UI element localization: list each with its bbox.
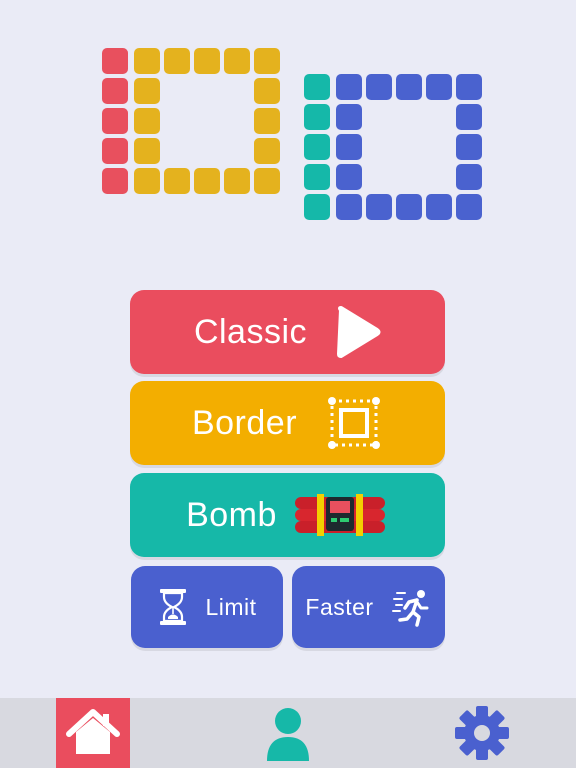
logo-tile [102, 138, 128, 164]
logo-tile [366, 194, 392, 220]
logo-tile [254, 48, 280, 74]
logo-tile [396, 194, 422, 220]
nav-settings[interactable] [444, 698, 520, 768]
logo-tile [456, 104, 482, 130]
faster-mode-button[interactable]: Faster [292, 566, 445, 648]
running-man-icon [391, 590, 429, 627]
logo-tile [134, 168, 160, 194]
classic-mode-button[interactable]: Classic [130, 290, 445, 374]
logo-tile [336, 134, 362, 160]
limit-mode-button[interactable]: Limit [131, 566, 283, 648]
logo-tile [224, 168, 250, 194]
logo-tile [304, 164, 330, 190]
logo-tile [134, 48, 160, 74]
logo-tile [254, 138, 280, 164]
logo-tile [134, 138, 160, 164]
logo-tile [102, 48, 128, 74]
logo-tile [254, 78, 280, 104]
logo-tile [102, 108, 128, 134]
logo-tile [254, 108, 280, 134]
border-mode-button[interactable]: Border [130, 381, 445, 465]
logo-tile [336, 164, 362, 190]
bottom-navbar [0, 698, 576, 768]
logo-tile [456, 134, 482, 160]
logo-tile [102, 78, 128, 104]
faster-label: Faster [305, 593, 374, 620]
border-label: Border [191, 403, 298, 442]
logo-tile [426, 194, 452, 220]
logo-tile [456, 74, 482, 100]
logo-tile [134, 108, 160, 134]
house-icon [66, 709, 120, 754]
logo-tile [366, 74, 392, 100]
logo-tile [456, 164, 482, 190]
logo-tile [304, 134, 330, 160]
logo-tile [194, 168, 220, 194]
hourglass-icon [160, 589, 187, 625]
dynamite-icon [294, 494, 385, 536]
nav-home[interactable] [56, 698, 130, 768]
logo-tile [164, 168, 190, 194]
logo-tile [102, 168, 128, 194]
gear-icon [455, 706, 509, 760]
logo-tile [336, 74, 362, 100]
logo-tile [224, 48, 250, 74]
logo-tile [164, 48, 190, 74]
logo-tile [304, 104, 330, 130]
logo-tile [396, 74, 422, 100]
logo-tile [134, 78, 160, 104]
logo-tile [304, 194, 330, 220]
play-icon [337, 306, 381, 358]
bomb-label: Bomb [186, 495, 277, 534]
user-icon [267, 708, 309, 761]
logo-tile [336, 194, 362, 220]
logo-tile [336, 104, 362, 130]
logo-tile [304, 74, 330, 100]
nav-profile[interactable] [250, 698, 326, 768]
logo-tile [426, 74, 452, 100]
classic-label: Classic [193, 312, 308, 351]
limit-label: Limit [205, 593, 257, 620]
logo-tile [254, 168, 280, 194]
logo-tile [456, 194, 482, 220]
border-square-icon [328, 397, 381, 449]
bomb-mode-button[interactable]: Bomb [130, 473, 445, 557]
logo-tile [194, 48, 220, 74]
game-logo [0, 0, 576, 240]
